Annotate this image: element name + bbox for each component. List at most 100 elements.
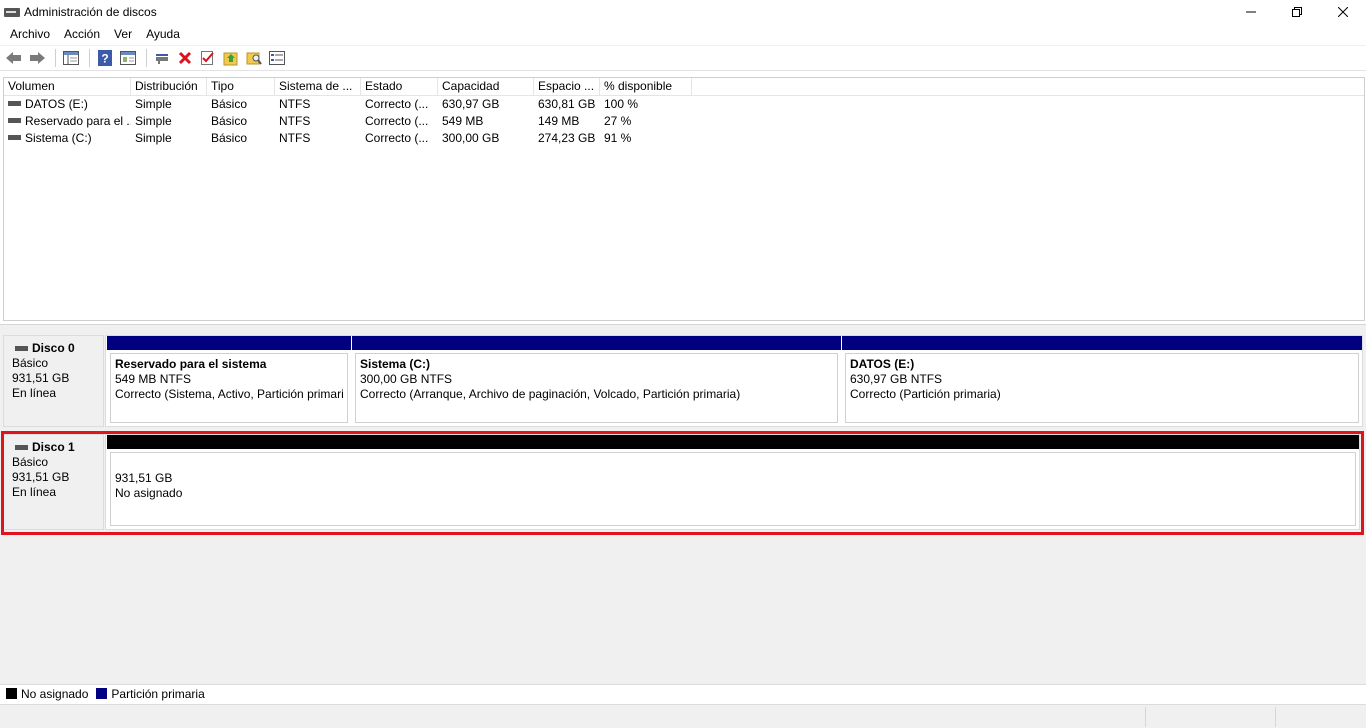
properties-button[interactable] bbox=[118, 48, 138, 68]
filesystem-cell: NTFS bbox=[279, 114, 311, 128]
volume-list-header: Volumen Distribución Tipo Sistema de ...… bbox=[4, 78, 1364, 96]
back-icon bbox=[6, 52, 21, 64]
volume-name: DATOS (E:) bbox=[25, 97, 88, 111]
folder-up-button[interactable] bbox=[221, 48, 241, 68]
table-row[interactable]: Sistema (C:) Simple Básico NTFS Correcto… bbox=[4, 130, 1364, 147]
delete-icon bbox=[178, 51, 192, 65]
help-icon: ? bbox=[98, 50, 112, 66]
layout-cell: Simple bbox=[135, 97, 172, 111]
menu-archivo[interactable]: Archivo bbox=[3, 27, 57, 41]
connect-icon bbox=[156, 54, 168, 64]
partition-sistema[interactable]: Sistema (C:) 300,00 GB NTFS Correcto (Ar… bbox=[352, 336, 841, 426]
folder-up-icon bbox=[223, 52, 238, 66]
close-button[interactable] bbox=[1320, 0, 1366, 24]
type-cell: Básico bbox=[211, 131, 248, 145]
column-header-volumen[interactable]: Volumen bbox=[4, 78, 131, 96]
disk-0-partitions: Reservado para el sistema 549 MB NTFS Co… bbox=[105, 335, 1363, 427]
percent-free-cell: 27 % bbox=[604, 114, 632, 128]
status-bar bbox=[0, 704, 1366, 728]
percent-free-cell: 100 % bbox=[604, 97, 639, 111]
legend-item-unallocated: No asignado bbox=[6, 687, 88, 701]
search-folder-button[interactable] bbox=[244, 48, 264, 68]
console-tree-icon bbox=[63, 51, 79, 65]
legend: No asignado Partición primaria bbox=[0, 684, 1366, 702]
close-icon bbox=[1338, 7, 1348, 17]
partition-status: Correcto (Arranque, Archivo de paginació… bbox=[360, 387, 741, 401]
volume-icon bbox=[8, 101, 21, 107]
partition-datos[interactable]: DATOS (E:) 630,97 GB NTFS Correcto (Part… bbox=[842, 336, 1362, 426]
column-header-sistema[interactable]: Sistema de ... bbox=[275, 78, 361, 96]
legend-swatch bbox=[6, 688, 17, 699]
disk-management-icon bbox=[4, 5, 20, 19]
menu-accion[interactable]: Acción bbox=[57, 27, 107, 41]
filesystem-cell: NTFS bbox=[279, 97, 311, 111]
volume-name: Sistema (C:) bbox=[25, 131, 92, 145]
status-cell-1 bbox=[1145, 707, 1275, 727]
free-space-cell: 630,81 GB bbox=[538, 97, 596, 111]
volume-list: Volumen Distribución Tipo Sistema de ...… bbox=[3, 77, 1365, 321]
disk-1-highlight bbox=[1, 431, 1364, 535]
partition-reservado[interactable]: Reservado para el sistema 549 MB NTFS Co… bbox=[107, 336, 351, 426]
title-bar: Administración de discos bbox=[0, 0, 1366, 24]
volume-name: Reservado para el ... bbox=[25, 114, 131, 128]
partition-size: 549 MB NTFS bbox=[115, 372, 192, 386]
table-row[interactable]: Reservado para el ... Simple Básico NTFS… bbox=[4, 113, 1364, 130]
type-cell: Básico bbox=[211, 97, 248, 111]
menu-ayuda[interactable]: Ayuda bbox=[139, 27, 187, 41]
column-header-estado[interactable]: Estado bbox=[361, 78, 438, 96]
capacity-cell: 630,97 GB bbox=[442, 97, 500, 111]
help-button[interactable]: ? bbox=[95, 48, 115, 68]
menu-ver[interactable]: Ver bbox=[107, 27, 139, 41]
status-cell: Correcto (... bbox=[365, 114, 429, 128]
column-header-disponible[interactable]: % disponible bbox=[600, 78, 692, 96]
partition-name: DATOS (E:) bbox=[850, 357, 915, 371]
column-header-espacio[interactable]: Espacio ... bbox=[534, 78, 600, 96]
column-header-distribucion[interactable]: Distribución bbox=[131, 78, 207, 96]
checkmark-icon bbox=[201, 51, 214, 65]
volume-icon bbox=[8, 135, 21, 141]
partition-name: Reservado para el sistema bbox=[115, 357, 267, 371]
partition-size: 630,97 GB NTFS bbox=[850, 372, 943, 386]
partition-size: 300,00 GB NTFS bbox=[360, 372, 453, 386]
list-view-button[interactable] bbox=[267, 48, 287, 68]
status-cell: Correcto (... bbox=[365, 97, 429, 111]
column-header-tipo[interactable]: Tipo bbox=[207, 78, 275, 96]
table-row[interactable]: DATOS (E:) Simple Básico NTFS Correcto (… bbox=[4, 96, 1364, 113]
minimize-icon bbox=[1246, 11, 1256, 13]
legend-swatch bbox=[96, 688, 108, 699]
partition-bar bbox=[107, 336, 351, 350]
back-button[interactable] bbox=[4, 48, 24, 68]
forward-icon bbox=[30, 52, 45, 64]
percent-free-cell: 91 % bbox=[604, 131, 632, 145]
status-cell-2 bbox=[1275, 707, 1366, 727]
delete-button[interactable] bbox=[175, 48, 195, 68]
check-button[interactable] bbox=[198, 48, 218, 68]
connect-button[interactable] bbox=[152, 48, 172, 68]
list-view-icon bbox=[269, 51, 285, 65]
window-title: Administración de discos bbox=[24, 5, 157, 19]
svg-text:?: ? bbox=[101, 52, 108, 66]
layout-cell: Simple bbox=[135, 131, 172, 145]
disk-type: Básico bbox=[12, 356, 49, 370]
column-header-capacidad[interactable]: Capacidad bbox=[438, 78, 534, 96]
free-space-cell: 274,23 GB bbox=[538, 131, 596, 145]
free-space-cell: 149 MB bbox=[538, 114, 580, 128]
search-folder-icon bbox=[246, 52, 262, 65]
disk-icon bbox=[15, 346, 28, 351]
partition-status: Correcto (Sistema, Activo, Partición pri… bbox=[115, 387, 344, 401]
console-tree-button[interactable] bbox=[61, 48, 81, 68]
disk-0-label[interactable]: Disco 0 Básico 931,51 GB En línea bbox=[3, 335, 104, 427]
minimize-button[interactable] bbox=[1228, 0, 1274, 24]
disk-name: Disco 0 bbox=[32, 341, 75, 355]
filesystem-cell: NTFS bbox=[279, 131, 311, 145]
legend-item-primary: Partición primaria bbox=[96, 686, 205, 701]
properties-icon bbox=[120, 51, 136, 65]
restore-icon bbox=[1292, 7, 1302, 17]
partition-bar bbox=[842, 336, 1362, 350]
partition-name: Sistema (C:) bbox=[360, 357, 431, 371]
menu-bar: Archivo Acción Ver Ayuda bbox=[0, 24, 1366, 44]
legend-label: Partición primaria bbox=[111, 686, 205, 701]
partition-bar bbox=[352, 336, 841, 350]
forward-button[interactable] bbox=[27, 48, 47, 68]
restore-button[interactable] bbox=[1274, 0, 1320, 24]
